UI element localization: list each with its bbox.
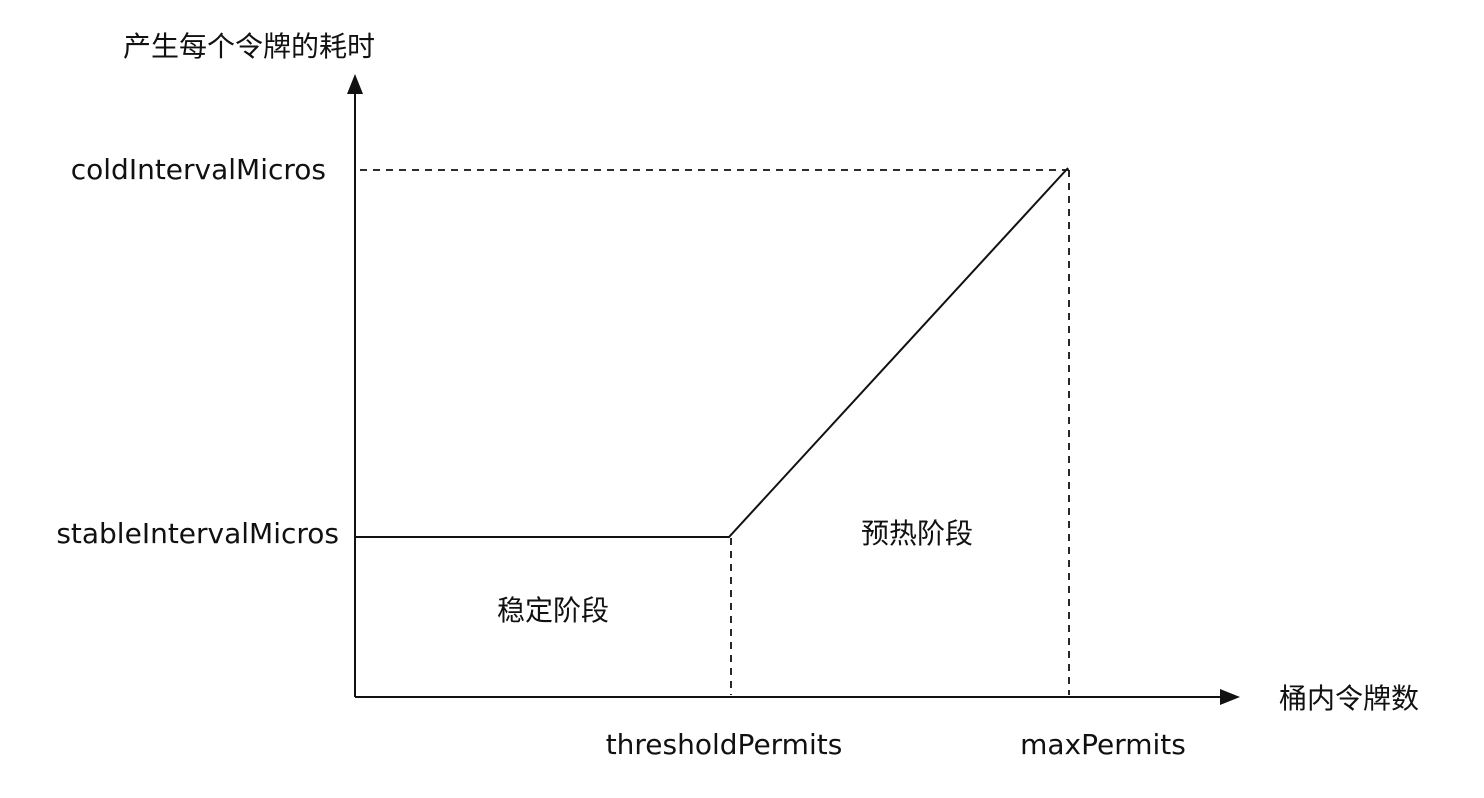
y-axis-arrow-icon [347,74,363,94]
interval-curve [355,167,1069,538]
region-label-warmup: 预热阶段 [861,517,973,550]
rate-limiter-warmup-diagram: 产生每个令牌的耗时 桶内令牌数 coldIntervalMicros stabl… [56,30,1419,761]
y-axis-title: 产生每个令牌的耗时 [123,30,375,63]
y-tick-label-cold: coldIntervalMicros [71,153,326,186]
x-axis-title: 桶内令牌数 [1279,682,1419,715]
region-label-stable: 稳定阶段 [497,594,609,627]
x-tick-label-max: maxPermits [1020,728,1186,761]
y-tick-label-stable: stableIntervalMicros [56,517,339,550]
x-axis-arrow-icon [1220,689,1240,705]
x-tick-label-threshold: thresholdPermits [606,728,843,761]
